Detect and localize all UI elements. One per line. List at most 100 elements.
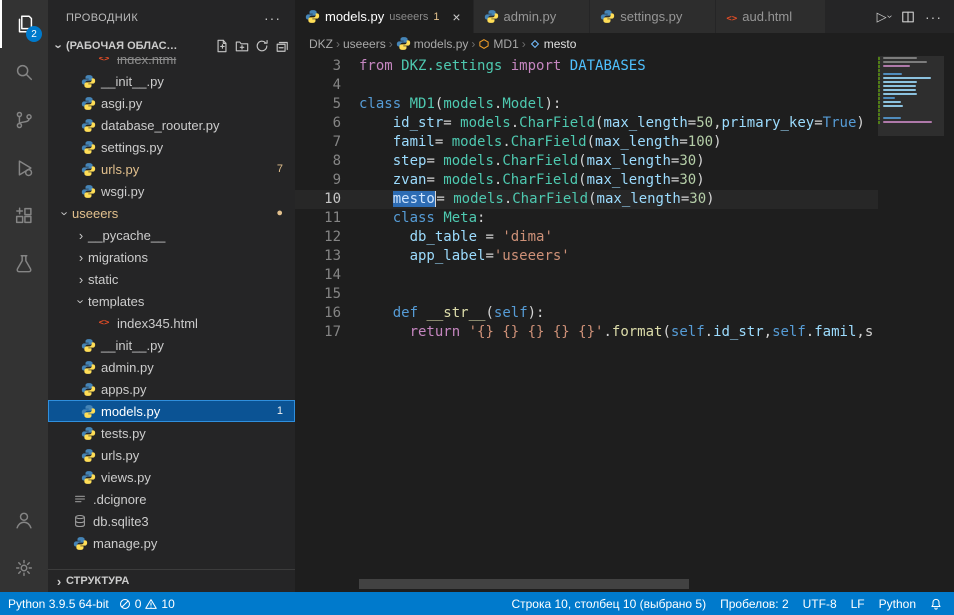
code-line-6[interactable]: 6 id_str= models.CharField(max_length=50… (295, 114, 878, 133)
tree-item-static[interactable]: ›static (48, 268, 295, 290)
breadcrumb-item-useeers[interactable]: useeers (343, 37, 386, 51)
line-number: 7 (295, 133, 341, 152)
tree-item-apps-py[interactable]: apps.py (48, 378, 295, 400)
encoding[interactable]: UTF-8 (803, 597, 837, 611)
problems-indicator[interactable]: 010 (119, 597, 175, 611)
code-line-7[interactable]: 7 famil= models.CharField(max_length=100… (295, 133, 878, 152)
token: CharField (502, 172, 578, 188)
settings-icon[interactable] (0, 544, 48, 592)
python-file-icon (80, 117, 96, 133)
tree-item--init-py[interactable]: __init__.py (48, 334, 295, 356)
outline-section-header[interactable]: › СТРУКТУРА (48, 569, 295, 592)
views-more-actions-icon[interactable]: ··· (264, 10, 281, 26)
code-line-13[interactable]: 13 app_label='useeers' (295, 247, 878, 266)
code-line-10[interactable]: 10 mesto= models.CharField(max_length=30… (295, 190, 878, 209)
source-control-icon[interactable] (0, 96, 48, 144)
tree-item-db-sqlite3[interactable]: db.sqlite3 (48, 510, 295, 532)
token: True (823, 115, 857, 131)
code-line-9[interactable]: 9 zvan= models.CharField(max_length=30) (295, 171, 878, 190)
code-line-3[interactable]: 3from DKZ.settings import DATABASES (295, 57, 878, 76)
extensions-icon[interactable] (0, 192, 48, 240)
tree-item--dcignore[interactable]: .dcignore (48, 488, 295, 510)
testing-icon[interactable] (0, 240, 48, 288)
minimap[interactable] (878, 56, 944, 592)
tree-item-views-py[interactable]: views.py (48, 466, 295, 488)
tree-item-urls-py[interactable]: urls.py7 (48, 158, 295, 180)
tab-models-py[interactable]: models.pyuseeers1× (295, 0, 474, 33)
token: CharField (512, 191, 588, 207)
breadcrumb-item-mesto[interactable]: mesto (529, 37, 577, 51)
tree-item-admin-py[interactable]: admin.py (48, 356, 295, 378)
token (359, 305, 393, 321)
code-line-16[interactable]: 16 def __str__(self): (295, 304, 878, 323)
tree-item-urls-py[interactable]: urls.py (48, 444, 295, 466)
tree-item-manage-py[interactable]: manage.py (48, 532, 295, 554)
chevron-right-icon: › (52, 574, 66, 589)
tree-item-useeers[interactable]: ›useeers● (48, 202, 295, 224)
explorer-icon[interactable]: 2 (0, 0, 48, 48)
code-line-17[interactable]: 17 return '{} {} {} {} {}'.format(self.i… (295, 323, 878, 342)
code-editor[interactable]: 3from DKZ.settings import DATABASES45cla… (295, 57, 878, 592)
tree-item-migrations[interactable]: ›migrations (48, 246, 295, 268)
breadcrumb-item-MD1[interactable]: MD1 (478, 37, 518, 51)
python-file-icon (80, 447, 96, 463)
horizontal-scrollbar[interactable] (359, 579, 689, 589)
breadcrumb-item-DKZ[interactable]: DKZ (309, 37, 333, 51)
warnings-count-icon (145, 598, 157, 610)
cursor-position[interactable]: Строка 10, столбец 10 (выбрано 5) (511, 597, 706, 611)
tab-settings-py[interactable]: settings.py× (590, 0, 716, 33)
code-line-8[interactable]: 8 step= models.CharField(max_length=30) (295, 152, 878, 171)
errors-count-label: 0 (135, 597, 142, 611)
close-icon[interactable]: × (449, 9, 465, 25)
tree-item-index-html[interactable]: <>index.html (48, 57, 295, 70)
tree-item-settings-py[interactable]: settings.py (48, 136, 295, 158)
python-interpreter[interactable]: Python 3.9.5 64-bit (8, 597, 109, 611)
warnings-count[interactable]: 10 (145, 597, 174, 611)
tree-item-label: models.py (101, 404, 160, 419)
token: famil (814, 324, 856, 340)
workspace-section-header[interactable]: › (РАБОЧАЯ ОБЛАСТЬ) ... (48, 35, 295, 57)
code-line-4[interactable]: 4 (295, 76, 878, 95)
search-icon[interactable] (0, 48, 48, 96)
tree-item-models-py[interactable]: models.py1 (48, 400, 295, 422)
indentation[interactable]: Пробелов: 2 (720, 597, 789, 611)
language-mode[interactable]: Python (879, 597, 916, 611)
notifications-bell[interactable] (930, 598, 942, 610)
field-symbol-icon (529, 38, 541, 50)
tree-item-wsgi-py[interactable]: wsgi.py (48, 180, 295, 202)
tree-item-asgi-py[interactable]: asgi.py (48, 92, 295, 114)
new-folder-icon[interactable] (235, 39, 249, 53)
tab-aud-html[interactable]: <>aud.html× (716, 0, 826, 33)
tab-admin-py[interactable]: admin.py× (474, 0, 591, 33)
chevron-down-icon: › (74, 294, 89, 308)
tree-item-database-roouter-py[interactable]: database_roouter.py (48, 114, 295, 136)
code-line-15[interactable]: 15 (295, 285, 878, 304)
minimap-slider[interactable] (878, 56, 944, 136)
html-file-icon: <> (96, 315, 112, 331)
line-number: 14 (295, 266, 341, 285)
python-file-icon (80, 381, 96, 397)
code-line-11[interactable]: 11 class Meta: (295, 209, 878, 228)
tree-item-index345-html[interactable]: <>index345.html (48, 312, 295, 334)
breadcrumb-item-models-py[interactable]: models.py (396, 36, 469, 51)
account-icon[interactable] (0, 496, 48, 544)
code-line-14[interactable]: 14 (295, 266, 878, 285)
tree-item--pycache-[interactable]: ›__pycache__ (48, 224, 295, 246)
tree-item--init-py[interactable]: __init__.py (48, 70, 295, 92)
code-line-5[interactable]: 5class MD1(models.Model): (295, 95, 878, 114)
split-editor-icon[interactable] (901, 10, 915, 24)
token (401, 96, 409, 112)
tree-item-label: __init__.py (101, 74, 164, 89)
new-file-icon[interactable] (215, 39, 229, 53)
collapse-all-icon[interactable] (275, 39, 289, 53)
run-debug-icon[interactable] (0, 144, 48, 192)
run-python-file-button[interactable]: ▷› (877, 9, 891, 25)
errors-count[interactable]: 0 (119, 597, 142, 611)
token: ) (713, 134, 721, 150)
code-line-12[interactable]: 12 db_table = 'dima' (295, 228, 878, 247)
editor-more-actions-icon[interactable]: ··· (925, 9, 942, 25)
refresh-icon[interactable] (255, 39, 269, 53)
eol-sequence[interactable]: LF (851, 597, 865, 611)
tree-item-templates[interactable]: ›templates (48, 290, 295, 312)
tree-item-tests-py[interactable]: tests.py (48, 422, 295, 444)
